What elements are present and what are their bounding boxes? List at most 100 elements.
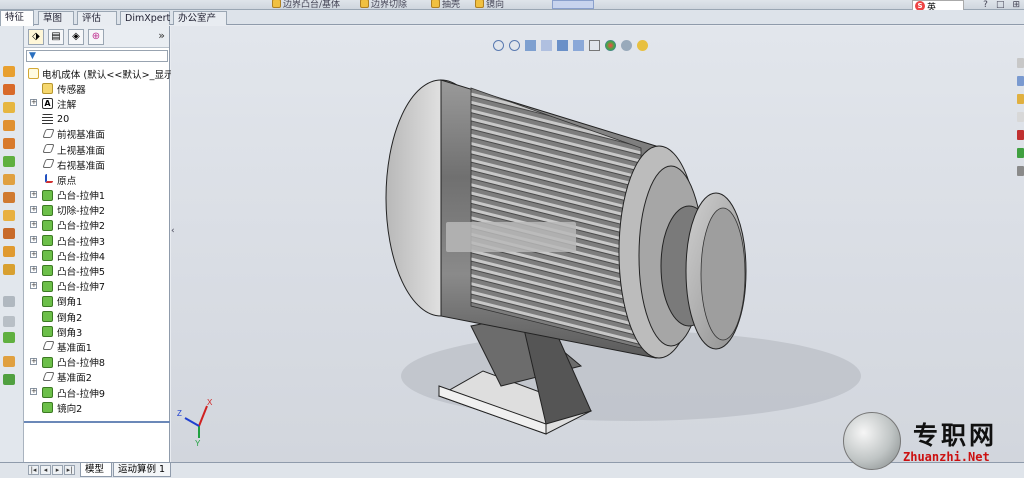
- expand-toggle-icon[interactable]: +: [30, 266, 37, 274]
- tree-item[interactable]: + 凸台-拉伸5: [24, 263, 170, 278]
- expand-toggle-icon[interactable]: +: [30, 387, 37, 395]
- fillet-icon[interactable]: [3, 138, 15, 149]
- expand-toggle-icon[interactable]: +: [30, 236, 37, 244]
- mirror-button[interactable]: 镜向: [475, 0, 504, 9]
- pattern-icon[interactable]: [3, 264, 15, 275]
- plane-icon: [42, 371, 55, 381]
- tree-filter-input[interactable]: ▼: [26, 50, 168, 62]
- move-face-icon[interactable]: [3, 356, 15, 367]
- tree-item[interactable]: 倒角3: [24, 324, 170, 339]
- tree-item[interactable]: + 凸台-拉伸4: [24, 248, 170, 263]
- sweep-icon[interactable]: [3, 102, 15, 113]
- tree-root[interactable]: 电机成体 (默认<<默认>_显示: [24, 66, 174, 81]
- tree-item[interactable]: + 凸台-拉伸9: [24, 385, 170, 400]
- tree-item[interactable]: 右视基准面: [24, 157, 170, 172]
- boundary-boss-button[interactable]: 边界凸台/基体: [272, 0, 340, 9]
- curves-icon[interactable]: [3, 316, 15, 327]
- extrude-boss-icon[interactable]: [3, 66, 15, 77]
- motor-model[interactable]: X Y Z: [171, 26, 1024, 462]
- tree-item[interactable]: 原点: [24, 172, 170, 187]
- dome-icon[interactable]: [3, 228, 15, 239]
- extrude-icon: [42, 280, 53, 292]
- tile-button[interactable]: ⊞: [1012, 0, 1020, 10]
- expand-toggle-icon[interactable]: +: [30, 99, 37, 107]
- scroll-next-button[interactable]: ▸: [52, 465, 63, 475]
- expand-toggle-icon[interactable]: +: [30, 205, 37, 213]
- tab-office-products[interactable]: 办公室产品: [173, 11, 227, 37]
- tree-item[interactable]: + 切除-拉伸2: [24, 203, 170, 218]
- chamfer-icon: [42, 311, 53, 322]
- solidworks-forum-icon[interactable]: [1017, 166, 1024, 176]
- expand-toggle-icon[interactable]: +: [30, 281, 37, 289]
- configuration-manager-tab[interactable]: ◈: [68, 29, 84, 45]
- tree-item[interactable]: 基准面2: [24, 370, 170, 385]
- tab-dimxpert[interactable]: DimXpert: [120, 11, 170, 25]
- tree-item[interactable]: + 凸台-拉伸1: [24, 188, 170, 203]
- graphics-area[interactable]: ‹ X Y Z: [171, 26, 1024, 462]
- config-icon: ◈: [72, 31, 80, 42]
- tree-item[interactable]: + 凸台-拉伸8: [24, 355, 170, 370]
- scroll-last-button[interactable]: ▸|: [64, 465, 75, 475]
- feature-tree-tab[interactable]: ⬗: [28, 29, 44, 45]
- help-button[interactable]: ?: [983, 0, 988, 10]
- ref-geometry-icon[interactable]: [3, 296, 15, 307]
- tree-item[interactable]: 基准面1: [24, 339, 170, 354]
- wrap-icon[interactable]: [3, 210, 15, 221]
- design-library-icon[interactable]: [1017, 76, 1024, 86]
- expand-chevron-icon[interactable]: »: [158, 29, 165, 42]
- custom-properties-icon[interactable]: [1017, 148, 1024, 158]
- tree-item[interactable]: + 凸台-拉伸2: [24, 218, 170, 233]
- restore-button[interactable]: □: [996, 0, 1005, 10]
- resources-icon[interactable]: [1017, 58, 1024, 68]
- instant3d-icon[interactable]: [3, 332, 15, 343]
- highlighted-tool[interactable]: [552, 0, 594, 9]
- tree-item[interactable]: 镜向2: [24, 400, 170, 415]
- tree-item[interactable]: 倒角2: [24, 309, 170, 324]
- tree-item-label: 基准面1: [57, 342, 92, 354]
- tree-item[interactable]: + A 注解: [24, 96, 170, 111]
- scroll-first-button[interactable]: |◂: [28, 465, 39, 475]
- display-manager-tab[interactable]: ⊕: [88, 29, 104, 45]
- shell-tool-icon[interactable]: [3, 192, 15, 203]
- tree-item[interactable]: 上视基准面: [24, 142, 170, 157]
- hole-icon[interactable]: [3, 246, 15, 257]
- tree-item[interactable]: + 凸台-拉伸7: [24, 279, 170, 294]
- boundary-cut-button[interactable]: 边界切除: [360, 0, 407, 9]
- rib-icon[interactable]: [3, 156, 15, 167]
- tree-item[interactable]: 倒角1: [24, 294, 170, 309]
- tab-model[interactable]: 模型: [80, 463, 112, 477]
- tab-features[interactable]: 特征: [0, 10, 34, 26]
- scroll-prev-button[interactable]: ◂: [40, 465, 51, 475]
- extrude-icon: [42, 386, 53, 398]
- expand-toggle-icon[interactable]: +: [30, 251, 37, 259]
- tree-rollback-bar[interactable]: [24, 421, 170, 423]
- expand-toggle-icon[interactable]: +: [30, 220, 37, 228]
- draft-icon[interactable]: [3, 174, 15, 185]
- tab-sketch[interactable]: 草图: [38, 11, 74, 25]
- file-explorer-icon[interactable]: [1017, 94, 1024, 104]
- appearances-icon[interactable]: [1017, 130, 1024, 140]
- loft-icon[interactable]: [3, 120, 15, 131]
- tab-motion-study-1[interactable]: 运动算例 1: [113, 463, 171, 477]
- feature-manager-tabs: ⬗ ▤ ◈ ⊕ »: [24, 26, 169, 48]
- tree-item[interactable]: 前视基准面: [24, 127, 170, 142]
- plane-icon: [42, 341, 55, 351]
- part-icon: [28, 68, 39, 79]
- extrude-icon: [42, 189, 53, 201]
- shell-button[interactable]: 抽壳: [431, 0, 460, 9]
- watermark: 专职网 Zhuanzhi.Net: [843, 412, 1024, 474]
- chamfer-icon: [42, 326, 53, 338]
- view-palette-icon[interactable]: [1017, 112, 1024, 122]
- revolve-boss-icon[interactable]: [3, 84, 15, 95]
- tree-item[interactable]: + 凸台-拉伸3: [24, 233, 170, 248]
- split-icon[interactable]: [3, 374, 15, 385]
- tree-root-label: 电机成体 (默认<<默认>_显示: [42, 69, 174, 81]
- tree-item[interactable]: 20: [24, 112, 170, 127]
- expand-toggle-icon[interactable]: +: [30, 190, 37, 198]
- property-manager-tab[interactable]: ▤: [48, 29, 64, 45]
- tab-evaluate[interactable]: 评估: [77, 11, 117, 25]
- tree-item-label: 镜向2: [57, 403, 83, 415]
- tree-item[interactable]: 传感器: [24, 81, 170, 96]
- triad-x-label: X: [207, 398, 213, 407]
- expand-toggle-icon[interactable]: +: [30, 357, 37, 365]
